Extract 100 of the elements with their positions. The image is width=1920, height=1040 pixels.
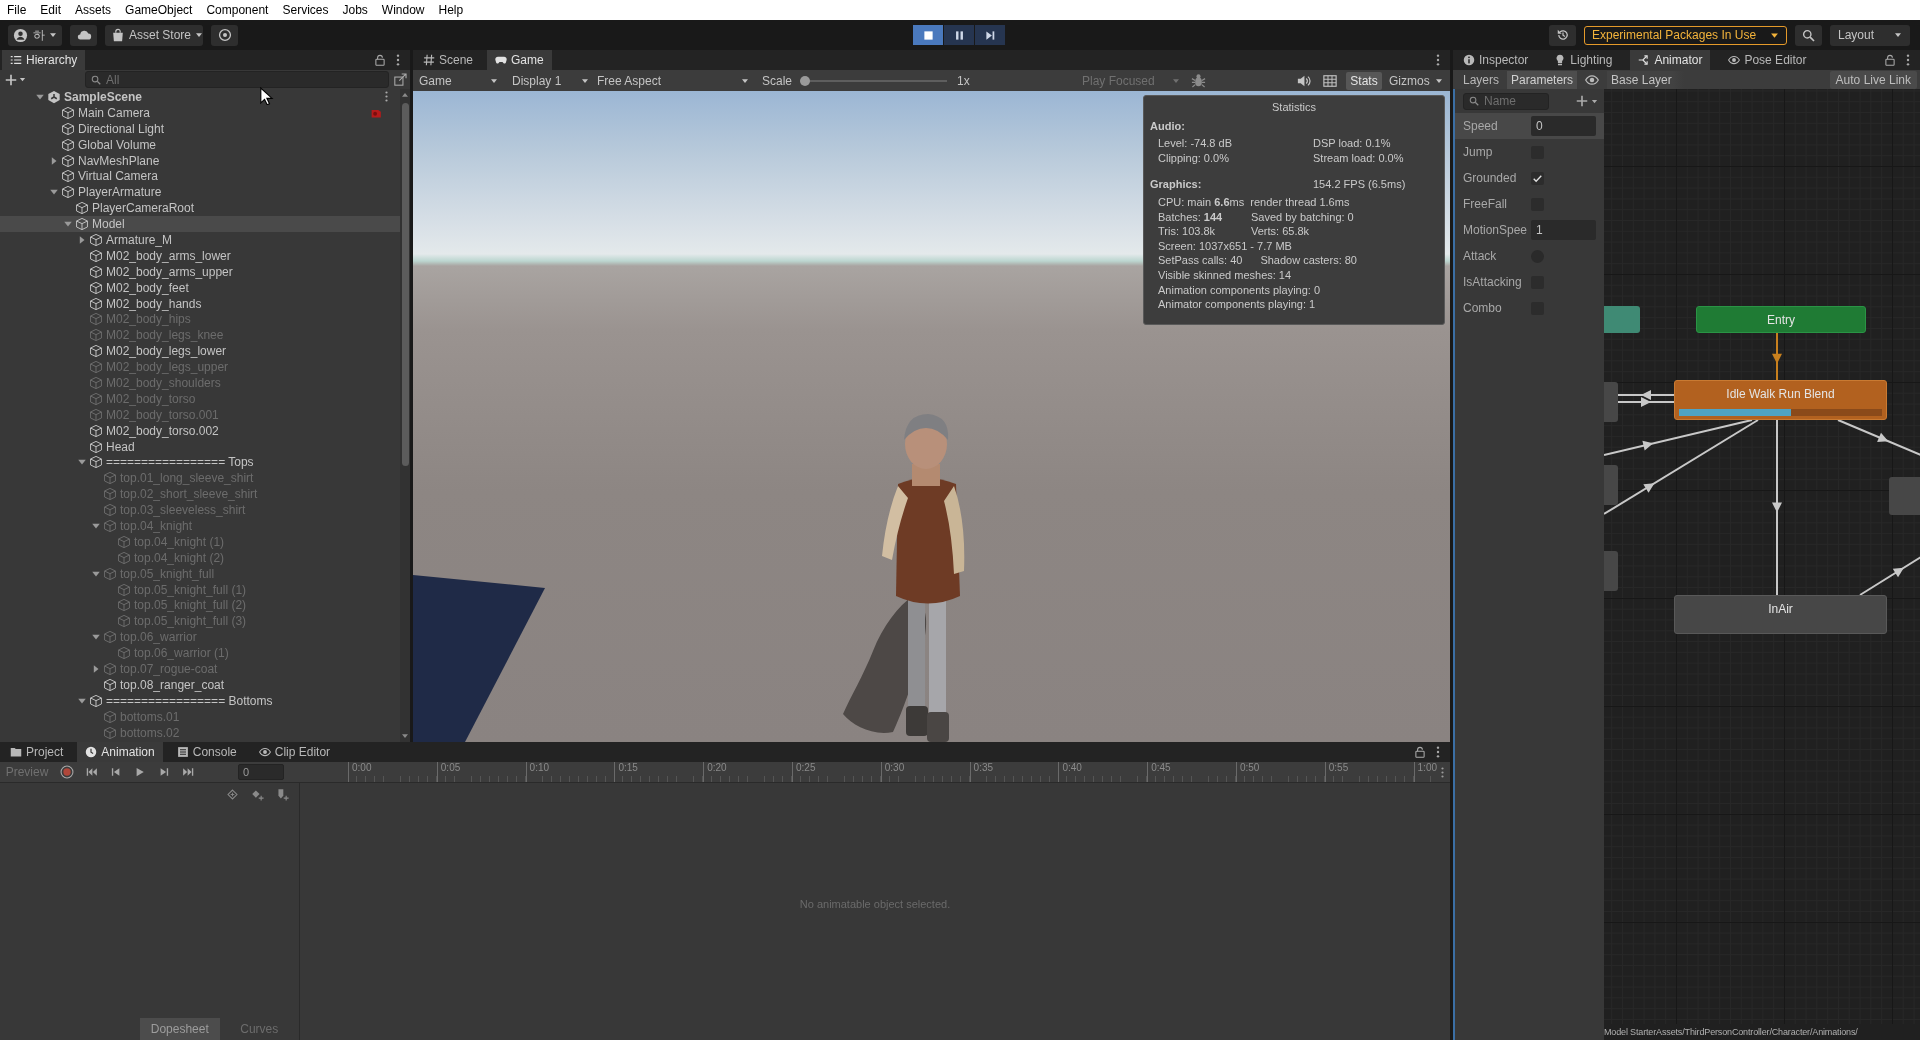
skip-end-icon[interactable] — [182, 766, 194, 778]
menu-item[interactable]: File — [0, 0, 34, 20]
search-button[interactable] — [1795, 24, 1822, 46]
checkbox[interactable] — [1531, 171, 1544, 185]
transition-arrow[interactable] — [1617, 390, 1675, 400]
parameter-row[interactable]: IsAttacking — [1455, 269, 1604, 295]
state-node[interactable] — [1604, 465, 1618, 505]
transition-arrow[interactable] — [1604, 419, 1759, 515]
account-button[interactable]: 하 — [8, 24, 62, 46]
display-dropdown[interactable]: Display 1 — [510, 71, 593, 90]
previous-key-icon[interactable] — [110, 766, 122, 778]
parameter-row[interactable]: Jump — [1455, 139, 1604, 165]
tree-item[interactable]: Head — [0, 438, 400, 455]
menu-item[interactable]: Component — [199, 0, 276, 20]
record-icon[interactable] — [60, 765, 74, 779]
parameter-row[interactable]: Speed 0 — [1455, 113, 1604, 139]
number-field[interactable]: 1 — [1531, 220, 1596, 240]
tree-item[interactable]: M02_body_torso.002 — [0, 422, 400, 439]
play-icon[interactable] — [134, 766, 146, 778]
tab[interactable]: Animation — [77, 742, 163, 762]
plus-icon[interactable] — [5, 73, 17, 86]
skip-start-icon[interactable] — [86, 766, 98, 778]
state-node[interactable] — [1604, 382, 1618, 422]
tree-item[interactable]: ================= Bottoms — [0, 692, 400, 709]
layout-dropdown[interactable]: Layout — [1830, 24, 1910, 46]
menu-item[interactable]: Jobs — [335, 0, 375, 20]
playback-button[interactable] — [975, 25, 1005, 45]
menu-item[interactable]: Assets — [68, 0, 119, 20]
state-node[interactable] — [1604, 551, 1618, 591]
playback-button[interactable] — [944, 25, 974, 45]
services-button[interactable] — [211, 24, 238, 46]
history-button[interactable] — [1549, 24, 1576, 46]
parameter-row[interactable]: MotionSpee 1 — [1455, 217, 1604, 243]
bug-icon[interactable] — [1191, 73, 1206, 88]
state-node[interactable]: Idle Walk Run Blend — [1674, 380, 1887, 420]
tree-item[interactable]: SampleScene — [0, 89, 400, 105]
tree-item[interactable]: M02_body_legs_lower — [0, 343, 400, 360]
stats-toggle[interactable]: Stats — [1346, 71, 1382, 90]
tree-item[interactable]: Armature_M — [0, 232, 400, 248]
tab[interactable]: Game — [487, 50, 552, 70]
transition-arrow[interactable] — [1859, 556, 1920, 596]
tab[interactable]: Scene — [415, 50, 482, 70]
number-field[interactable]: 0 — [1531, 116, 1596, 136]
tab[interactable]: Layers — [1459, 70, 1504, 89]
tree-item[interactable]: Main Camera — [0, 104, 400, 121]
tab[interactable]: Clip Editor — [250, 742, 339, 762]
eye-icon[interactable] — [1585, 72, 1600, 87]
playback-button[interactable] — [913, 25, 943, 45]
scrollbar-thumb[interactable] — [401, 103, 409, 466]
disclosure-arrow-icon[interactable] — [77, 234, 87, 245]
tree-item[interactable]: M02_body_arms_lower — [0, 247, 400, 264]
state-node[interactable] — [1889, 477, 1920, 515]
state-node[interactable]: InAir — [1674, 595, 1887, 634]
keyframe-icon[interactable] — [226, 787, 239, 801]
parameter-row[interactable]: FreeFall — [1455, 191, 1604, 217]
disclosure-arrow-icon[interactable] — [91, 664, 101, 674]
menu-item[interactable]: Window — [374, 0, 432, 20]
transition-arrow[interactable] — [1617, 397, 1675, 407]
transition-arrow[interactable] — [1604, 419, 1753, 456]
next-key-icon[interactable] — [158, 766, 170, 778]
grid-icon[interactable] — [1323, 73, 1337, 88]
scroll-up-icon[interactable] — [401, 91, 409, 99]
search-field[interactable]: All — [85, 71, 389, 88]
gizmos-dropdown[interactable]: Gizmos — [1387, 71, 1447, 90]
lock-icon[interactable] — [1414, 746, 1426, 758]
state-node[interactable] — [1604, 306, 1640, 333]
parameter-row[interactable]: Grounded — [1455, 165, 1604, 191]
tree-item[interactable]: top.08_ranger_coat — [0, 676, 400, 693]
parameter-row[interactable]: Attack — [1455, 243, 1604, 269]
menu-item[interactable]: Services — [275, 0, 336, 20]
tab[interactable]: Lighting — [1546, 50, 1621, 70]
disclosure-arrow-icon[interactable] — [91, 521, 101, 531]
transition-arrow[interactable] — [1772, 332, 1782, 381]
caret-icon[interactable] — [19, 76, 26, 83]
view-dropdown[interactable]: Game — [417, 71, 502, 90]
transition-arrow[interactable] — [1772, 419, 1782, 596]
scroll-down-icon[interactable] — [401, 732, 409, 740]
speaker-icon[interactable] — [1297, 73, 1311, 88]
tree-item[interactable]: Directional Light — [0, 120, 400, 137]
lock-icon[interactable] — [1884, 54, 1896, 66]
experimental-packages-button[interactable]: Experimental Packages In Use — [1584, 25, 1787, 45]
cloud-button[interactable] — [70, 24, 97, 46]
frame-field[interactable]: 0 — [238, 764, 284, 780]
search-field[interactable]: Name — [1463, 92, 1549, 110]
tree-item[interactable]: Global Volume — [0, 136, 400, 153]
slider-thumb[interactable] — [800, 75, 811, 86]
tab[interactable]: Inspector — [1455, 50, 1537, 70]
tree-item[interactable]: Model — [0, 216, 400, 232]
tree-item[interactable]: M02_body_feet — [0, 279, 400, 296]
auto-live-link-button[interactable]: Auto Live Link — [1829, 70, 1917, 89]
add-event-icon[interactable] — [276, 787, 289, 801]
tree-item[interactable]: M02_body_hands — [0, 295, 400, 312]
tree-item[interactable]: PlayerCameraRoot — [0, 200, 400, 217]
graph-canvas[interactable]: Entry Idle Walk Run Blend InAir — [1604, 89, 1920, 1024]
tab[interactable]: Project — [2, 742, 72, 762]
tab[interactable]: Parameters — [1507, 70, 1578, 89]
hierarchy-tab[interactable]: Hierarchy — [2, 50, 86, 70]
tab[interactable]: Console — [168, 742, 245, 762]
menu-item[interactable]: Edit — [33, 0, 69, 20]
expand-icon[interactable] — [394, 73, 407, 86]
